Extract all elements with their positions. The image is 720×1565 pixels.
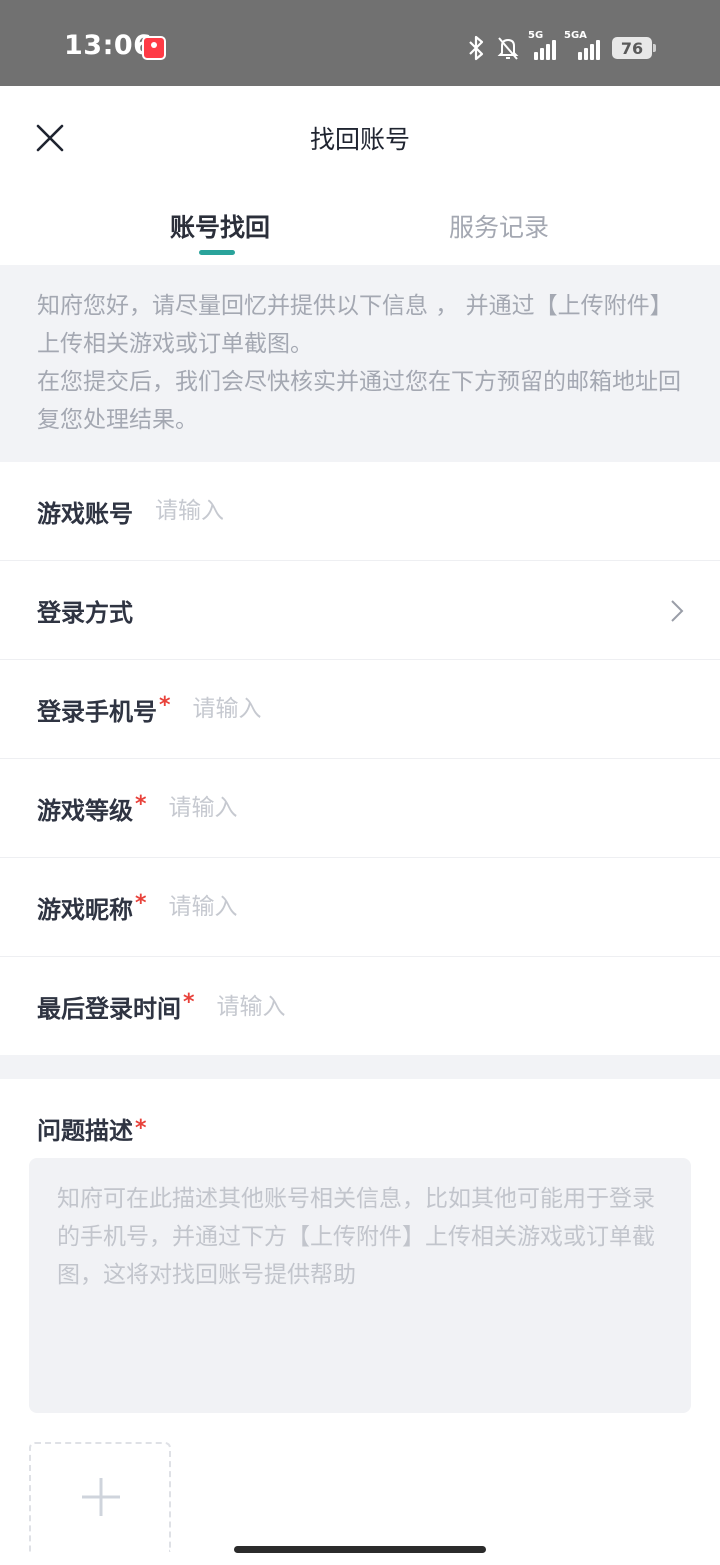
- tab-account-recovery[interactable]: 账号找回: [170, 208, 270, 244]
- network-label-1: 5G: [528, 30, 544, 41]
- header: 找回账号: [0, 86, 720, 186]
- bluetooth-icon: [469, 35, 484, 61]
- required-mark: *: [183, 990, 195, 1015]
- field-label: 登录方式: [37, 598, 133, 627]
- field-game-nickname[interactable]: 游戏昵称 *: [0, 858, 720, 957]
- game-level-input[interactable]: [166, 794, 591, 822]
- home-indicator[interactable]: [234, 1546, 486, 1553]
- field-label: 游戏等级: [37, 796, 133, 825]
- upload-attachment-button[interactable]: [29, 1442, 171, 1552]
- section-divider: [0, 1055, 720, 1079]
- field-label: 登录手机号: [37, 697, 157, 726]
- tab-service-records[interactable]: 服务记录: [449, 208, 549, 244]
- battery-icon: 76: [612, 37, 656, 59]
- login-phone-input[interactable]: [190, 695, 615, 723]
- status-time: 13:06: [64, 30, 153, 61]
- notice-panel: 知府您好，请尽量回忆并提供以下信息 ， 并通过【上传附件】上传相关游戏或订单截图…: [0, 265, 720, 462]
- notice-text-1: 知府您好，请尽量回忆并提供以下信息 ， 并通过【上传附件】上传相关游戏或订单截图…: [37, 293, 673, 357]
- recovery-form: 游戏账号 登录方式 登录手机号* 游戏等级* 游戏昵称* 最后登录时间*: [0, 462, 720, 1056]
- tab-bar: 账号找回 服务记录: [0, 196, 720, 264]
- game-account-input[interactable]: [153, 497, 577, 525]
- field-label: 最后登录时间: [37, 995, 181, 1023]
- description-textarea[interactable]: [29, 1158, 691, 1413]
- plus-icon: [82, 1478, 120, 1516]
- chevron-right-icon: [671, 600, 684, 622]
- required-mark: *: [159, 692, 171, 718]
- status-icons: 5G 5GA 76: [464, 30, 656, 62]
- signal-icon-2: 5GA: [564, 30, 604, 60]
- field-login-method[interactable]: 登录方式: [0, 561, 720, 660]
- notice-text-2: 在您提交后，我们会尽快核实并通过您在下方预留的邮箱地址回复您处理结果。: [37, 369, 681, 433]
- mute-icon: [497, 37, 519, 60]
- required-mark: *: [135, 791, 147, 817]
- description-label: 问题描述*: [37, 1111, 147, 1146]
- active-tab-indicator: [199, 250, 235, 255]
- required-mark: *: [135, 890, 147, 916]
- page-title: 找回账号: [309, 125, 410, 154]
- app-notification-icon: [142, 36, 166, 60]
- required-mark: *: [135, 1116, 147, 1141]
- description-label-text: 问题描述: [37, 1117, 133, 1145]
- signal-icon: 5G: [528, 30, 556, 60]
- field-game-account[interactable]: 游戏账号: [0, 462, 720, 561]
- field-label: 游戏昵称: [37, 895, 133, 924]
- field-label: 游戏账号: [37, 499, 133, 528]
- network-label-2: 5GA: [564, 30, 587, 41]
- status-bar: 13:06 5G 5GA 76: [0, 0, 720, 86]
- game-nickname-input[interactable]: [166, 893, 591, 921]
- last-login-time-input[interactable]: [214, 992, 639, 1021]
- field-last-login-time[interactable]: 最后登录时间 *: [0, 957, 720, 1056]
- field-game-level[interactable]: 游戏等级 *: [0, 759, 720, 858]
- field-login-phone[interactable]: 登录手机号 *: [0, 660, 720, 759]
